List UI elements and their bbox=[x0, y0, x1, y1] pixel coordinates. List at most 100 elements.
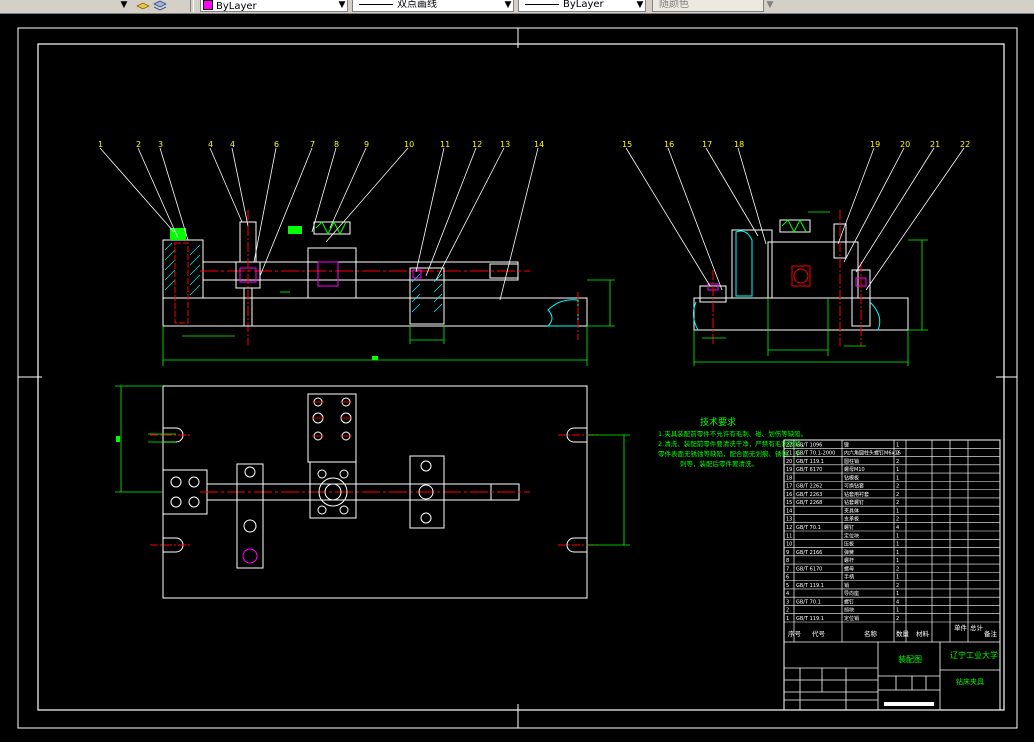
bom-cell: 11 bbox=[786, 533, 792, 539]
linetype-control[interactable]: 双点画线 bbox=[352, 0, 514, 12]
side-label: 21 bbox=[930, 140, 940, 149]
bom-cell: 挡块 bbox=[844, 607, 854, 614]
top-handle bbox=[236, 463, 264, 569]
bom-cell: GB/T 119.1 bbox=[796, 616, 824, 622]
bom-cell: GB/T 70.1-2000 bbox=[796, 451, 835, 457]
front-label: 14 bbox=[534, 140, 544, 149]
bom-cell: 圆柱销 bbox=[844, 458, 859, 465]
left-bracket bbox=[162, 239, 204, 299]
front-label: 11 bbox=[440, 140, 450, 149]
top-handle-hole bbox=[244, 466, 256, 478]
bom-cell: 导向座 bbox=[844, 590, 859, 597]
top-clamp-body bbox=[309, 461, 357, 519]
bom-cell: GB/T 1096 bbox=[796, 442, 822, 448]
bom-cell: 19 bbox=[786, 467, 792, 473]
top-clamp-centerlines bbox=[312, 401, 352, 437]
color-control[interactable]: ByLayer bbox=[200, 0, 348, 12]
plotstyle-dropdown-arrow-icon[interactable]: ▼ bbox=[764, 0, 776, 12]
bom-cell: 2 bbox=[896, 583, 899, 589]
top-view-dimensions bbox=[115, 385, 630, 546]
bom-header: 材料 bbox=[916, 629, 930, 638]
front-label: 10 bbox=[404, 140, 414, 149]
bom-cell: 4 bbox=[896, 525, 899, 531]
top-clamp-hole bbox=[339, 469, 349, 479]
bom-cell: 定位销 bbox=[844, 615, 859, 622]
bom-cell: GB/T 2262 bbox=[796, 484, 822, 490]
slot-centerlines bbox=[150, 434, 600, 546]
layer-manager-icon[interactable] bbox=[152, 0, 168, 12]
overall-length-dim-text bbox=[372, 356, 378, 360]
linetype-dropdown-arrow-icon[interactable]: ▼ bbox=[502, 0, 514, 12]
bom-cell: GB/T 119.1 bbox=[796, 583, 824, 589]
bom-cell: 螺钉 bbox=[844, 524, 854, 531]
bom-cell: 2 bbox=[896, 500, 899, 506]
bom-header: 备注 bbox=[984, 629, 998, 638]
bom-cell: 2 bbox=[786, 608, 789, 614]
top-height-dim-text bbox=[116, 436, 120, 442]
side-label: 22 bbox=[960, 140, 970, 149]
bom-cell: 钻套螺钉 bbox=[844, 499, 864, 506]
bom-cell: 螺母M10 bbox=[844, 466, 865, 473]
bom-cell: 21 bbox=[786, 451, 792, 457]
side-right-profile bbox=[869, 301, 881, 331]
front-label: 12 bbox=[472, 140, 482, 149]
front-leaders bbox=[99, 147, 539, 301]
plotstyle-control[interactable]: 随颜色 bbox=[652, 0, 764, 12]
plotstyle-control-value: 随颜色 bbox=[659, 0, 689, 10]
bom-cell: 14 bbox=[786, 508, 792, 514]
front-label: 13 bbox=[500, 140, 510, 149]
drawing-canvas[interactable]: 1 2 3 4 4 6 7 8 9 10 11 12 13 14 15 16 1… bbox=[0, 13, 1034, 742]
bom-cell: 2 bbox=[896, 492, 899, 498]
front-label: 2 bbox=[136, 140, 141, 149]
bom-header: 名称 bbox=[864, 629, 878, 638]
side-clamp-body bbox=[767, 241, 859, 299]
top-handle-knob bbox=[242, 548, 258, 564]
bom-cell: 6 bbox=[786, 575, 789, 581]
bom-frame bbox=[783, 439, 1001, 711]
bom-cell: 1 bbox=[896, 542, 899, 548]
front-label-group: 1 2 3 4 4 6 7 8 9 10 11 12 13 14 bbox=[98, 140, 544, 149]
tech-requirements-title: 技术要求 bbox=[700, 416, 736, 428]
front-view: 1 2 3 4 4 6 7 8 9 10 11 12 13 14 bbox=[98, 140, 615, 366]
side-bore-circle bbox=[793, 268, 809, 284]
base-plate bbox=[162, 297, 588, 327]
bom-cell: 10 bbox=[786, 542, 792, 548]
clamp-block bbox=[307, 247, 357, 299]
bom-cell: 4 bbox=[786, 591, 789, 597]
bom-cell: 13 bbox=[786, 517, 792, 523]
tech-requirement-line: 零件表面无锈蚀等缺陷，配合面无划痕、锈蚀、毛 bbox=[658, 449, 802, 458]
school-name: 辽宁工业大学 bbox=[950, 650, 998, 660]
bom-cell: 钻套用衬套 bbox=[844, 491, 869, 498]
side-label: 18 bbox=[734, 140, 744, 149]
bom-cell: 1 bbox=[896, 508, 899, 514]
bom-cell: 螺钉 bbox=[844, 598, 854, 605]
front-label: 1 bbox=[98, 140, 103, 149]
bom-cell: 可换钻套 bbox=[844, 483, 864, 490]
dropdown-arrow-icon[interactable]: ▼ bbox=[118, 0, 130, 12]
bom-cell: 12 bbox=[786, 525, 792, 531]
layer-state-icon[interactable] bbox=[136, 0, 150, 12]
bom-cell: 2 bbox=[896, 451, 899, 457]
lineweight-dropdown-arrow-icon[interactable]: ▼ bbox=[634, 0, 646, 12]
color-dropdown-arrow-icon[interactable]: ▼ bbox=[336, 0, 348, 12]
bom-cell: 1 bbox=[896, 533, 899, 539]
front-label: 9 bbox=[364, 140, 369, 149]
side-label: 20 bbox=[900, 140, 910, 149]
front-label: 6 bbox=[274, 140, 279, 149]
bom-table: 22 GB/T 1096 键 121 GB/T 70.1-2000 内六角圆柱头螺钉M6x… bbox=[784, 441, 1000, 623]
bom-header: 总计 bbox=[970, 623, 984, 632]
front-label: 4 bbox=[230, 140, 235, 149]
bom-cell: 16 bbox=[786, 492, 792, 498]
bom-cell: 手柄 bbox=[844, 574, 854, 581]
lineweight-control[interactable]: ByLayer bbox=[518, 0, 646, 12]
front-label: 8 bbox=[334, 140, 339, 149]
side-left-section bbox=[735, 230, 753, 297]
top-slots bbox=[163, 427, 587, 553]
lineweight-preview bbox=[525, 4, 559, 5]
bom-cell: 1 bbox=[896, 550, 899, 556]
bom-cell: 内六角圆柱头螺钉M6x16 bbox=[844, 450, 901, 457]
bom-cell: 1 bbox=[786, 616, 789, 622]
bom-cell: 夹具体 bbox=[844, 507, 859, 514]
top-right-hole bbox=[420, 512, 432, 524]
side-view-dimensions bbox=[693, 211, 928, 366]
